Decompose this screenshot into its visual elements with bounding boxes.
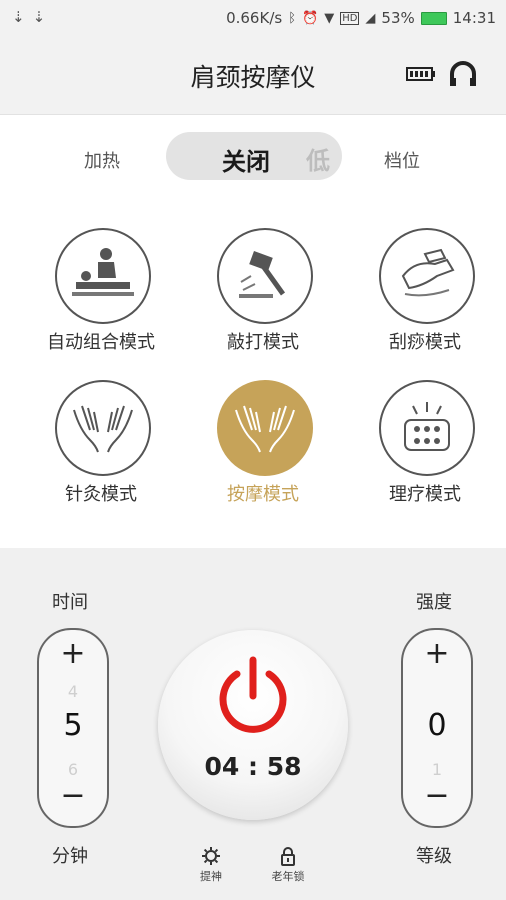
device-battery-icon[interactable] bbox=[406, 66, 436, 86]
network-speed: 0.66K/s bbox=[226, 9, 283, 27]
mode-label: 刮痧模式 bbox=[389, 332, 461, 353]
heat-label: 加热 bbox=[84, 151, 120, 172]
hammer-icon bbox=[217, 228, 313, 324]
clock: 14:31 bbox=[452, 9, 496, 27]
refresh-mode-button[interactable]: 提神 bbox=[181, 846, 241, 884]
therapy-pad-icon bbox=[379, 380, 475, 476]
elder-lock-button[interactable]: 老年锁 bbox=[258, 846, 318, 884]
battery-percent: 53% bbox=[381, 9, 415, 27]
mode-label: 按摩模式 bbox=[227, 484, 299, 505]
time-prev-value: 4 bbox=[67, 682, 79, 701]
mode-massage[interactable]: 按摩模式 bbox=[190, 380, 340, 510]
headset-icon[interactable] bbox=[448, 60, 478, 92]
mode-acupuncture[interactable]: 针灸模式 bbox=[28, 380, 178, 510]
bluetooth-icon: ᛒ bbox=[288, 10, 296, 26]
scraping-icon bbox=[379, 228, 475, 324]
hd-icon: HD bbox=[340, 11, 360, 25]
mode-auto-combo[interactable]: 自动组合模式 bbox=[28, 228, 178, 358]
intensity-increase-button[interactable]: + bbox=[403, 636, 471, 671]
app-header: 肩颈按摩仪 bbox=[0, 36, 506, 115]
lock-icon bbox=[281, 847, 295, 866]
gear-icon bbox=[202, 847, 220, 865]
acupuncture-hands-icon bbox=[55, 380, 151, 476]
mode-label: 敲打模式 bbox=[227, 332, 299, 353]
intensity-stepper[interactable]: + 0 1 − bbox=[401, 628, 473, 828]
intensity-title: 强度 bbox=[416, 592, 452, 613]
time-next-value: 6 bbox=[67, 760, 79, 779]
mode-therapy[interactable]: 理疗模式 bbox=[352, 380, 502, 510]
refresh-mode-label: 提神 bbox=[200, 870, 222, 883]
time-value: 5 bbox=[63, 708, 83, 743]
elder-lock-label: 老年锁 bbox=[271, 870, 305, 883]
toggle-selected-option: 关闭 bbox=[222, 148, 270, 176]
signal-4g-icon: ◢ bbox=[365, 10, 376, 26]
time-decrease-button[interactable]: − bbox=[39, 778, 107, 813]
countdown-timer: 04 : 58 bbox=[204, 752, 302, 781]
intensity-value: 0 bbox=[427, 708, 447, 743]
toggle-next-option: 低 bbox=[306, 147, 330, 175]
intensity-unit: 等级 bbox=[416, 846, 452, 867]
time-stepper[interactable]: + 4 5 6 − bbox=[37, 628, 109, 828]
mode-scraping[interactable]: 刮痧模式 bbox=[352, 228, 502, 358]
battery-icon bbox=[420, 11, 447, 25]
wifi-icon: ▼ bbox=[324, 10, 335, 26]
mode-tapping[interactable]: 敲打模式 bbox=[190, 228, 340, 358]
intensity-next-value: 1 bbox=[431, 760, 443, 779]
mode-label: 自动组合模式 bbox=[47, 332, 155, 353]
heat-control: 加热 关闭 低 档位 bbox=[0, 114, 506, 204]
power-button[interactable]: 04 : 58 bbox=[158, 630, 348, 820]
intensity-decrease-button[interactable]: − bbox=[403, 778, 471, 813]
massage-hands-icon bbox=[217, 380, 313, 476]
massage-bed-icon bbox=[55, 228, 151, 324]
mode-label: 理疗模式 bbox=[389, 484, 461, 505]
level-label: 档位 bbox=[384, 151, 420, 172]
mode-label: 针灸模式 bbox=[65, 484, 137, 505]
time-title: 时间 bbox=[52, 592, 88, 613]
control-panel: 时间 + 4 5 6 − 分钟 04 : 58 强度 + 0 1 − 等级 提神 bbox=[0, 548, 506, 900]
usb-icons: ⇣⇣ bbox=[12, 8, 54, 26]
alarm-icon: ⏰ bbox=[302, 10, 319, 26]
heat-level-toggle[interactable]: 关闭 低 bbox=[166, 132, 342, 180]
time-unit: 分钟 bbox=[52, 846, 88, 867]
power-icon bbox=[215, 656, 291, 740]
status-bar: ⇣⇣ 0.66K/s ᛒ ⏰ ▼ HD ◢ 53% 14:31 bbox=[0, 0, 506, 36]
time-increase-button[interactable]: + bbox=[39, 636, 107, 671]
